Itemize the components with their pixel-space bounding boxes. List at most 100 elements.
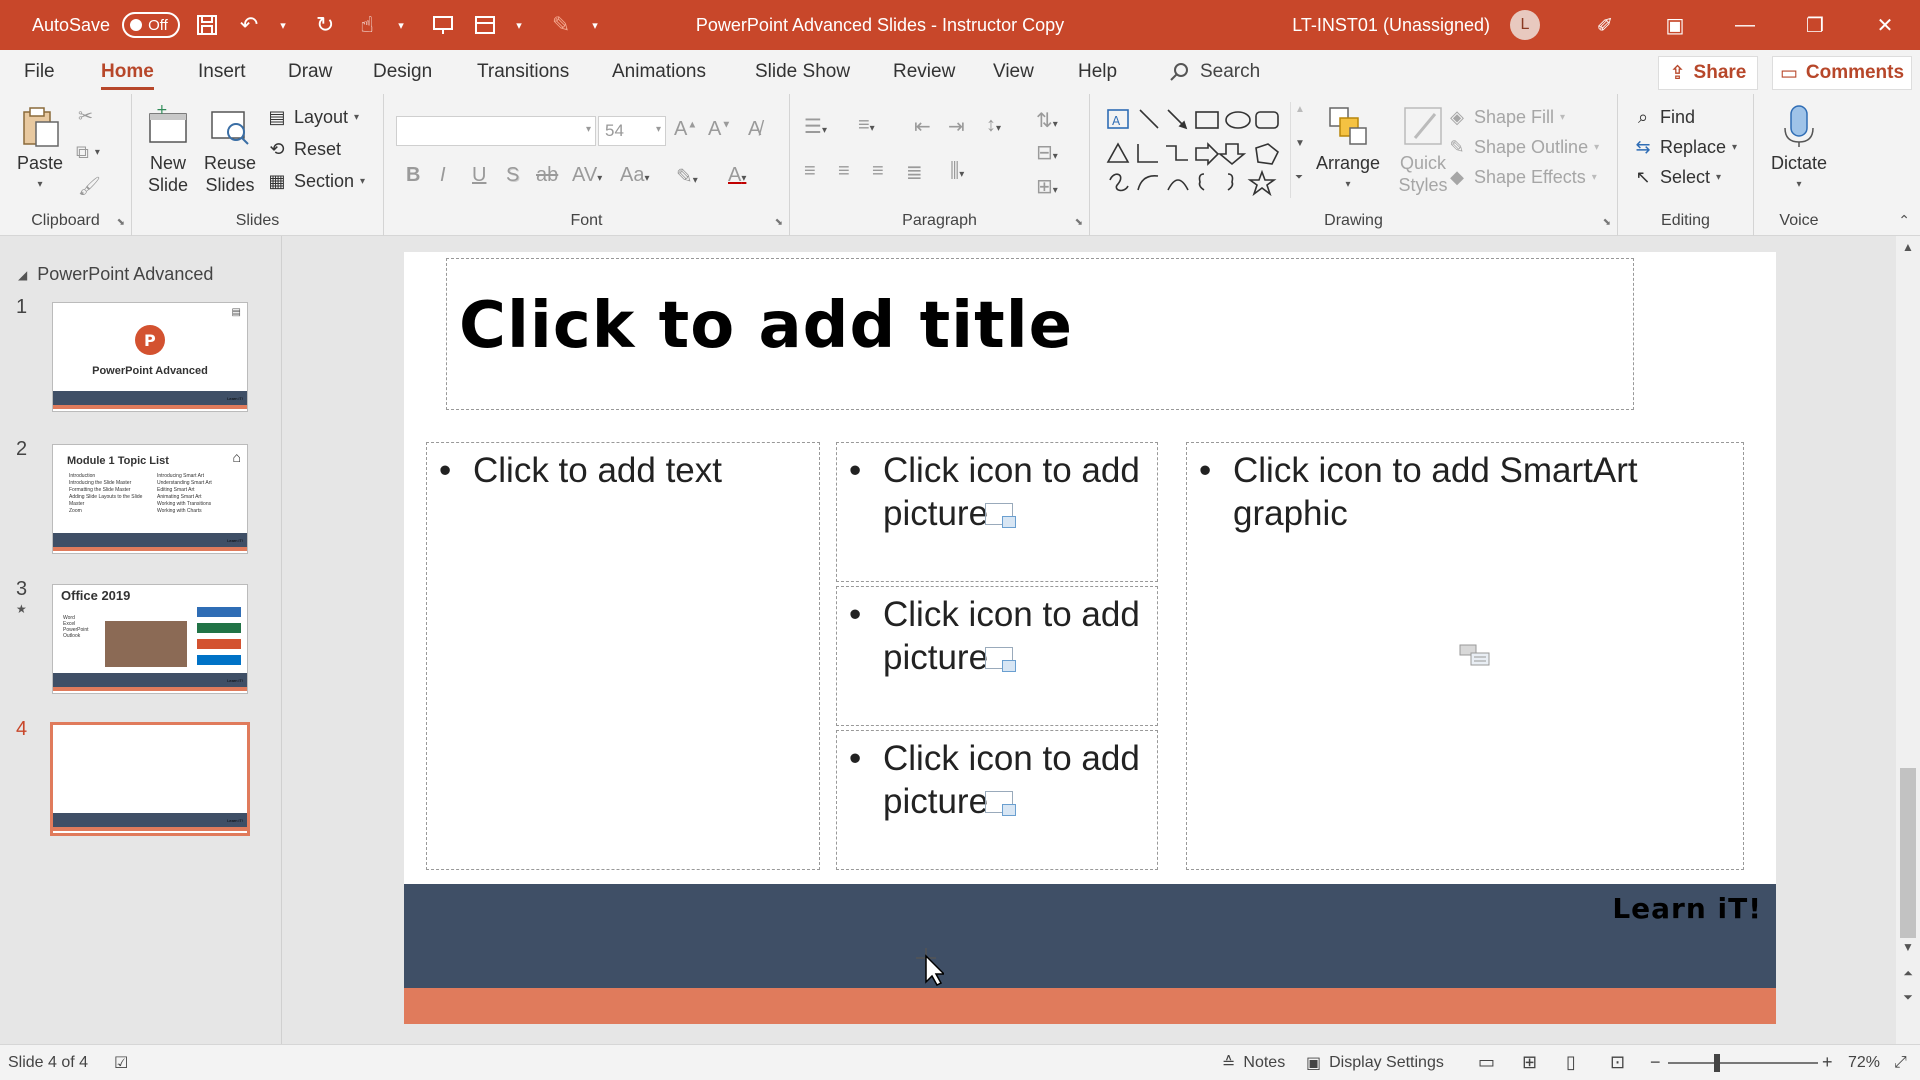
collapse-ribbon-icon[interactable]: ⌃ bbox=[1898, 212, 1910, 229]
search-box[interactable]: Search bbox=[1168, 50, 1260, 94]
paste-dropdown-icon[interactable]: ▾ bbox=[37, 174, 42, 196]
find-button[interactable]: ⌕ Find bbox=[1632, 106, 1695, 128]
picture-placeholder-2[interactable]: • Click icon to add picture bbox=[836, 586, 1158, 726]
tab-insert[interactable]: Insert bbox=[198, 50, 246, 94]
ink-icon[interactable]: ✐ bbox=[1570, 0, 1640, 50]
scroll-thumb[interactable] bbox=[1900, 768, 1916, 938]
share-button[interactable]: ⇪ Share bbox=[1658, 56, 1758, 90]
fit-to-window-icon[interactable]: ⤢ bbox=[1894, 1054, 1907, 1072]
pen-icon[interactable]: ✎ bbox=[546, 10, 576, 40]
change-case-button[interactable]: Aa▾ bbox=[620, 164, 650, 187]
replace-button[interactable]: ⇆ Replace ▾ bbox=[1632, 136, 1737, 158]
reuse-slides-button[interactable]: Reuse Slides bbox=[202, 104, 258, 196]
shapes-gallery[interactable]: A bbox=[1104, 104, 1300, 200]
previous-slide-icon[interactable]: ⏶ bbox=[1900, 966, 1916, 981]
slide-thumbnail-4[interactable]: Learn iT! bbox=[50, 722, 250, 836]
increase-font-icon[interactable]: A▲ bbox=[674, 118, 697, 141]
undo-icon[interactable]: ↶ bbox=[234, 10, 264, 40]
tab-file[interactable]: File bbox=[24, 50, 55, 94]
font-name-combo[interactable]: ▾ bbox=[396, 116, 596, 146]
slide-thumbnail-2[interactable]: Module 1 Topic List ⌂ Introduction Intro… bbox=[52, 444, 248, 554]
gallery-up-icon[interactable]: ▲ bbox=[1295, 104, 1305, 115]
font-launcher-icon[interactable]: ⬊ bbox=[775, 217, 783, 228]
shape-outline-button[interactable]: ✎ Shape Outline ▾ bbox=[1446, 136, 1599, 158]
font-color-button[interactable]: A▾ bbox=[728, 164, 746, 187]
accessibility-icon[interactable]: ☑ bbox=[114, 1053, 128, 1073]
tab-animations[interactable]: Animations bbox=[612, 50, 706, 94]
text-placeholder[interactable]: • Click to add text bbox=[426, 442, 820, 870]
zoom-out-icon[interactable]: − bbox=[1650, 1052, 1661, 1073]
gallery-down-icon[interactable]: ▼ bbox=[1295, 138, 1305, 149]
display-settings-button[interactable]: ▣ Display Settings bbox=[1306, 1053, 1444, 1073]
reading-view-icon[interactable]: ▯ bbox=[1566, 1052, 1576, 1073]
section-button[interactable]: ▦ Section ▾ bbox=[266, 170, 365, 192]
tab-slide-show[interactable]: Slide Show bbox=[755, 50, 850, 94]
paragraph-launcher-icon[interactable]: ⬊ bbox=[1075, 217, 1083, 228]
gallery-more-icon[interactable]: ⏷ bbox=[1295, 172, 1303, 183]
tab-design[interactable]: Design bbox=[373, 50, 432, 94]
arrange-button[interactable]: Arrange ▾ bbox=[1308, 104, 1388, 196]
picture-placeholder-3[interactable]: • Click icon to add picture bbox=[836, 730, 1158, 870]
shadow-button[interactable]: S bbox=[506, 164, 519, 187]
tab-transitions[interactable]: Transitions bbox=[477, 50, 569, 94]
section-header[interactable]: ◢ PowerPoint Advanced bbox=[18, 264, 213, 285]
align-right-icon[interactable]: ≡ bbox=[872, 160, 884, 183]
scroll-up-icon[interactable]: ▲ bbox=[1900, 240, 1916, 254]
touch-dropdown-icon[interactable]: ▾ bbox=[386, 10, 416, 40]
numbering-icon[interactable]: ≡▾ bbox=[858, 114, 875, 137]
tab-home[interactable]: Home bbox=[101, 50, 154, 94]
bullets-icon[interactable]: ☰▾ bbox=[804, 114, 827, 139]
scroll-down-icon[interactable]: ▼ bbox=[1900, 940, 1916, 954]
paste-button[interactable]: Paste ▾ bbox=[12, 104, 68, 196]
align-text-icon[interactable]: ⊟▾ bbox=[1036, 140, 1058, 165]
notes-button[interactable]: ≙ Notes bbox=[1222, 1053, 1285, 1073]
copy-icon[interactable]: ⧉ ▾ bbox=[76, 142, 100, 163]
bold-button[interactable]: B bbox=[406, 164, 420, 187]
line-spacing-icon[interactable]: ↕▾ bbox=[986, 114, 1001, 137]
slide-thumbnail-3[interactable]: Office 2019 Word Excel PowerPoint Outloo… bbox=[52, 584, 248, 694]
text-direction-icon[interactable]: ⇅▾ bbox=[1036, 108, 1058, 133]
zoom-level[interactable]: 72% bbox=[1848, 1054, 1880, 1072]
current-slide[interactable]: Click to add title • Click to add text •… bbox=[404, 252, 1776, 1024]
normal-view-icon[interactable]: ▭ bbox=[1478, 1052, 1495, 1073]
decrease-font-icon[interactable]: A▼ bbox=[708, 118, 731, 141]
select-button[interactable]: ↖ Select ▾ bbox=[1632, 166, 1721, 188]
reset-button[interactable]: ⟲ Reset bbox=[266, 138, 341, 160]
avatar[interactable]: L bbox=[1510, 10, 1540, 40]
shape-effects-button[interactable]: ◆ Shape Effects ▾ bbox=[1446, 166, 1597, 188]
columns-icon[interactable]: ⫼▾ bbox=[950, 160, 964, 183]
layout-button[interactable]: ▤ Layout ▾ bbox=[266, 106, 359, 128]
tab-help[interactable]: Help bbox=[1078, 50, 1117, 94]
font-size-combo[interactable]: 54 ▾ bbox=[598, 116, 666, 146]
zoom-slider-thumb[interactable] bbox=[1714, 1054, 1720, 1072]
drawing-launcher-icon[interactable]: ⬊ bbox=[1603, 217, 1611, 228]
insert-picture-icon[interactable] bbox=[985, 791, 1016, 816]
touch-mode-icon[interactable]: ☝ bbox=[352, 10, 382, 40]
smartart-convert-icon[interactable]: ⊞▾ bbox=[1036, 174, 1058, 199]
start-slideshow-icon[interactable] bbox=[428, 10, 458, 40]
shape-fill-button[interactable]: ◈ Shape Fill ▾ bbox=[1446, 106, 1565, 128]
minimize-icon[interactable]: — bbox=[1710, 0, 1780, 50]
redo-icon[interactable]: ↻ bbox=[310, 10, 340, 40]
undo-dropdown-icon[interactable]: ▾ bbox=[268, 10, 298, 40]
increase-indent-icon[interactable]: ⇥ bbox=[948, 114, 965, 139]
next-slide-icon[interactable]: ⏷ bbox=[1900, 990, 1916, 1005]
tab-view[interactable]: View bbox=[993, 50, 1034, 94]
insert-smartart-icon[interactable] bbox=[1459, 643, 1491, 667]
cut-icon[interactable]: ✂ bbox=[78, 106, 93, 127]
layout-qat-dropdown-icon[interactable]: ▾ bbox=[504, 10, 534, 40]
comments-button[interactable]: ▭ Comments bbox=[1772, 56, 1912, 90]
dictate-button[interactable]: Dictate ▾ bbox=[1764, 104, 1834, 196]
tab-draw[interactable]: Draw bbox=[288, 50, 332, 94]
underline-button[interactable]: U bbox=[472, 164, 486, 187]
clear-formatting-icon[interactable]: A̸ bbox=[748, 118, 761, 141]
new-slide-button[interactable]: + New Slide bbox=[142, 104, 194, 196]
layout-qat-icon[interactable] bbox=[470, 10, 500, 40]
editor-vertical-scrollbar[interactable]: ▲ ▼ ⏶ ⏷ bbox=[1896, 236, 1920, 1044]
zoom-in-icon[interactable]: + bbox=[1822, 1052, 1833, 1073]
strikethrough-button[interactable]: ab bbox=[536, 164, 558, 187]
highlight-icon[interactable]: ✎▾ bbox=[676, 164, 698, 189]
restore-icon[interactable]: ❐ bbox=[1780, 0, 1850, 50]
customize-qat-icon[interactable]: ▾ bbox=[580, 10, 610, 40]
justify-icon[interactable]: ≣ bbox=[906, 160, 923, 185]
